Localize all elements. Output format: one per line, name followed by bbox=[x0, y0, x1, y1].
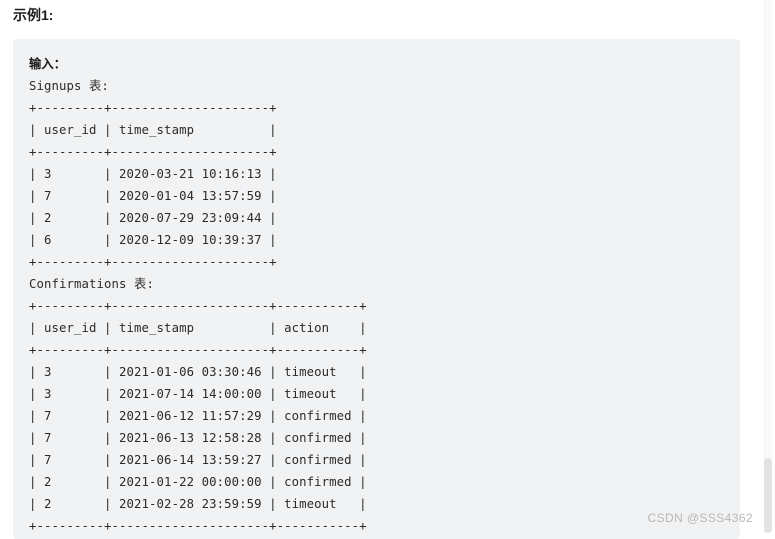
signups-table-bottom-border: +---------+---------------------+ bbox=[29, 255, 277, 269]
table-row: | 2 | 2020-07-29 23:09:44 | bbox=[29, 211, 277, 225]
table-row: | 6 | 2020-12-09 10:39:37 | bbox=[29, 233, 277, 247]
table-row: | 7 | 2021-06-13 12:58:28 | confirmed | bbox=[29, 431, 367, 445]
page-scrollbar-thumb[interactable] bbox=[764, 458, 772, 533]
signups-table-header-row: | user_id | time_stamp | bbox=[29, 123, 277, 137]
table-row: | 7 | 2021-06-14 13:59:27 | confirmed | bbox=[29, 453, 367, 467]
table-row: | 3 | 2020-03-21 10:16:13 | bbox=[29, 167, 277, 181]
table-row: | 7 | 2020-01-04 13:57:59 | bbox=[29, 189, 277, 203]
page-title: 示例1: bbox=[13, 7, 54, 23]
table-row: | 3 | 2021-01-06 03:30:46 | timeout | bbox=[29, 365, 367, 379]
confirmations-table-header-border: +---------+---------------------+-------… bbox=[29, 343, 367, 357]
confirmations-table-top-border: +---------+---------------------+-------… bbox=[29, 299, 367, 313]
table-row: | 7 | 2021-06-12 11:57:29 | confirmed | bbox=[29, 409, 367, 423]
signups-table-header-border: +---------+---------------------+ bbox=[29, 145, 277, 159]
signups-table-label: Signups 表: bbox=[29, 79, 109, 93]
input-label: 输入： bbox=[29, 57, 67, 71]
table-row: | 2 | 2021-02-28 23:59:59 | timeout | bbox=[29, 497, 367, 511]
signups-table-top-border: +---------+---------------------+ bbox=[29, 101, 277, 115]
table-row: | 3 | 2021-07-14 14:00:00 | timeout | bbox=[29, 387, 367, 401]
table-row: | 2 | 2021-01-22 00:00:00 | confirmed | bbox=[29, 475, 367, 489]
confirmations-table-label: Confirmations 表: bbox=[29, 277, 154, 291]
page-scrollbar-track[interactable] bbox=[764, 0, 772, 533]
confirmations-table-bottom-border: +---------+---------------------+-------… bbox=[29, 519, 367, 533]
confirmations-table-header-row: | user_id | time_stamp | action | bbox=[29, 321, 367, 335]
code-block: 输入： Signups 表: +---------+--------------… bbox=[13, 39, 740, 539]
